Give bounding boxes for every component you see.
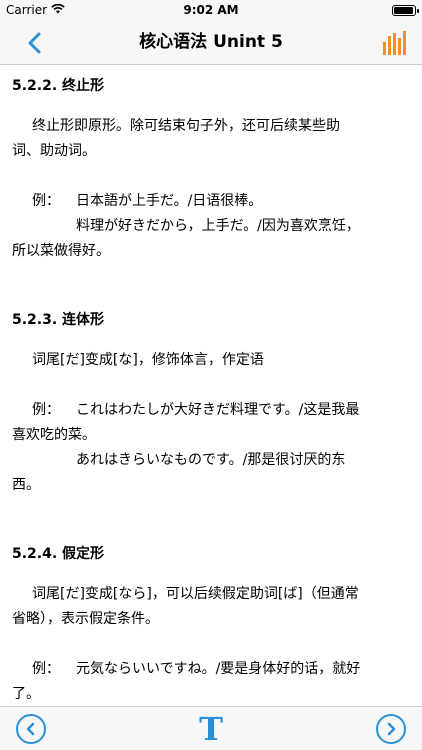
section-heading: 5.2.2. 终止形: [12, 78, 105, 94]
bar-chart-icon: [383, 31, 406, 55]
example-text: これはわたしが大好きだ料理です。/这是我最: [76, 402, 360, 418]
example-row: 例： 元気ならいいですね。/要是身体好的话，就好: [12, 657, 410, 682]
example-label: 例：: [32, 402, 60, 418]
status-bar: Carrier 9:02 AM: [0, 0, 422, 20]
example-row: 例： これはわたしが大好きだ料理です。/这是我最: [12, 398, 410, 423]
chevron-left-circle-icon: [26, 722, 35, 736]
example-text-wrap: 了。: [12, 686, 40, 702]
example-text: 元気ならいいですね。/要是身体好的话，就好: [76, 661, 361, 677]
example-label: 例：: [32, 661, 60, 677]
section-heading: 5.2.3. 连体形: [12, 312, 105, 328]
section-body-line: 终止形即原形。除可结束句子外，还可后续某些助: [32, 118, 340, 134]
section-heading: 5.2.4. 假定形: [12, 546, 105, 562]
example-text-wrap: 喜欢吃的菜。: [12, 427, 96, 443]
example-text: 日本語が上手だ。/日语很棒。: [76, 193, 263, 209]
stats-button[interactable]: [382, 30, 408, 56]
previous-button[interactable]: [16, 714, 46, 744]
example-label: 例：: [32, 193, 60, 209]
page-title: 核心语法 Unint 5: [139, 32, 283, 52]
section-body-line: 省略），表示假定条件。: [12, 611, 159, 627]
section-body-line: 词尾[だ]变成[なら]，可以后续假定助词[ば]（但通常: [32, 586, 359, 602]
navigation-bar: 核心语法 Unint 5: [0, 20, 422, 65]
bottom-toolbar: T: [0, 706, 422, 750]
chevron-right-circle-icon: [387, 722, 396, 736]
chevron-left-icon: [28, 32, 41, 54]
example-text-wrap: 所以菜做得好。: [12, 243, 110, 259]
example-text: 料理が好きだから，上手だ。/因为喜欢烹饪，: [76, 218, 360, 234]
lesson-content[interactable]: 5.2.2. 终止形 终止形即原形。除可结束句子外，还可后续某些助 词、助动词。…: [0, 66, 422, 706]
font-size-button[interactable]: T: [196, 711, 226, 747]
section-body-line: 词、助动词。: [12, 143, 96, 159]
example-text: あれはきらいなものです。/那是很讨厌的东: [76, 452, 346, 468]
status-time: 9:02 AM: [183, 3, 239, 17]
example-text-wrap: 西。: [12, 477, 40, 493]
example-row: 例： 日本語が上手だ。/日语很棒。: [12, 189, 410, 214]
back-button[interactable]: [24, 31, 48, 55]
next-button[interactable]: [376, 714, 406, 744]
section-body-line: 词尾[だ]变成[な]，修饰体言，作定语: [32, 352, 264, 368]
battery-icon: [392, 5, 419, 16]
